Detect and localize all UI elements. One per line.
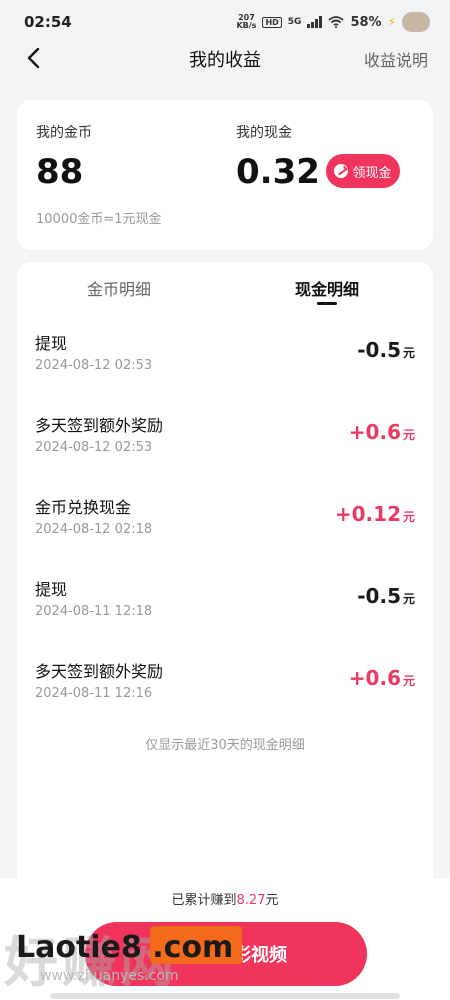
- charging-icon: ⚡: [387, 15, 396, 29]
- record-amount-unit: 元: [402, 346, 415, 360]
- record-amount-value: -0.5: [357, 338, 401, 362]
- record-amount-value: +0.12: [334, 502, 401, 526]
- avatar: [402, 12, 430, 32]
- record-title: 多天签到额外奖励: [35, 416, 164, 435]
- list-item: 提现 2024-08-12 02:53 -0.5 元: [17, 330, 433, 412]
- network-speed: 207 KB/s: [236, 14, 256, 30]
- record-amount: -0.5 元: [357, 584, 415, 608]
- record-amount-unit: 元: [402, 674, 415, 688]
- record-amount: +0.6 元: [349, 666, 415, 690]
- total-earned: 已累计赚到8.27元: [0, 889, 450, 908]
- watermark-sub-text: www.zhuanyes.com: [40, 968, 179, 984]
- exchange-rate-text: 10000金币=1元现金: [36, 212, 162, 227]
- claim-cash-button[interactable]: 领现金: [326, 154, 400, 188]
- list-item: 多天签到额外奖励 2024-08-11 12:16 +0.6 元: [17, 658, 433, 740]
- record-amount-value: +0.6: [348, 666, 401, 690]
- coin-value: 88: [36, 152, 84, 192]
- record-date: 2024-08-11 12:16: [35, 686, 153, 701]
- network-speed-unit: KB/s: [236, 21, 257, 30]
- record-amount: +0.12 元: [335, 502, 415, 526]
- signal-icon: [307, 16, 323, 28]
- record-amount: -0.5 元: [357, 338, 415, 362]
- record-amount-unit: 元: [402, 510, 415, 524]
- home-indicator: [50, 993, 400, 999]
- history-notice: 仅显示最近30天的现金明细: [145, 738, 305, 753]
- record-date: 2024-08-12 02:53: [35, 358, 153, 373]
- record-date: 2024-08-11 12:18: [35, 604, 153, 619]
- claim-cash-label: 领现金: [352, 165, 392, 181]
- status-time: 02:54: [24, 13, 72, 31]
- hd-icon: HD: [262, 16, 282, 28]
- record-amount-value: +0.6: [348, 420, 401, 444]
- record-amount-unit: 元: [402, 428, 415, 442]
- record-title: 金币兑换现金: [35, 498, 132, 517]
- total-earned-prefix: 已累计赚到: [171, 893, 237, 908]
- record-amount-value: -0.5: [357, 584, 401, 608]
- record-title: 提现: [35, 580, 68, 599]
- network-type: 5G: [287, 17, 302, 27]
- record-amount-unit: 元: [402, 592, 415, 606]
- record-title: 多天签到额外奖励: [35, 662, 164, 681]
- record-title: 提现: [35, 334, 68, 353]
- tab-coin-detail[interactable]: 金币明细: [87, 276, 151, 300]
- record-date: 2024-08-12 02:53: [35, 440, 153, 455]
- cash-label: 我的现金: [236, 125, 292, 141]
- list-item: 提现 2024-08-11 12:18 -0.5 元: [17, 576, 433, 658]
- detail-card: 金币明细 现金明细 提现 2024-08-12 02:53 -0.5 元 多天签到…: [17, 262, 433, 902]
- claim-check-icon: [334, 164, 349, 178]
- list-item: 多天签到额外奖励 2024-08-12 02:53 +0.6 元: [17, 412, 433, 494]
- status-bar: 02:54 207 KB/s HD 5G 58% ⚡: [0, 0, 450, 44]
- record-date: 2024-08-12 02:18: [35, 522, 153, 537]
- earnings-explain-link[interactable]: 收益说明: [364, 47, 428, 71]
- total-earned-amount: 8.27: [236, 893, 266, 908]
- detail-tabs: 金币明细 现金明细: [17, 262, 433, 312]
- active-tab-indicator: [317, 302, 337, 305]
- wifi-icon: [328, 16, 345, 28]
- coin-label: 我的金币: [36, 125, 92, 141]
- cash-value: 0.32: [236, 152, 320, 192]
- list-item: 金币兑换现金 2024-08-12 02:18 +0.12 元: [17, 494, 433, 576]
- watermark-main-text: Laotie8 .com: [16, 930, 234, 965]
- record-amount: +0.6 元: [349, 420, 415, 444]
- status-icons: 207 KB/s HD 5G 58% ⚡: [236, 12, 430, 32]
- earnings-summary-card: 我的金币 88 我的现金 0.32 领现金 10000金币=1元现金: [17, 100, 433, 250]
- tab-cash-detail[interactable]: 现金明细: [295, 276, 359, 300]
- total-earned-unit: 元: [265, 893, 279, 908]
- watermark: 好赚网 Laotie8 .com www.zhuanyes.com: [4, 918, 266, 994]
- battery-level: 58%: [350, 14, 382, 30]
- nav-bar: 我的收益 收益说明: [0, 40, 450, 76]
